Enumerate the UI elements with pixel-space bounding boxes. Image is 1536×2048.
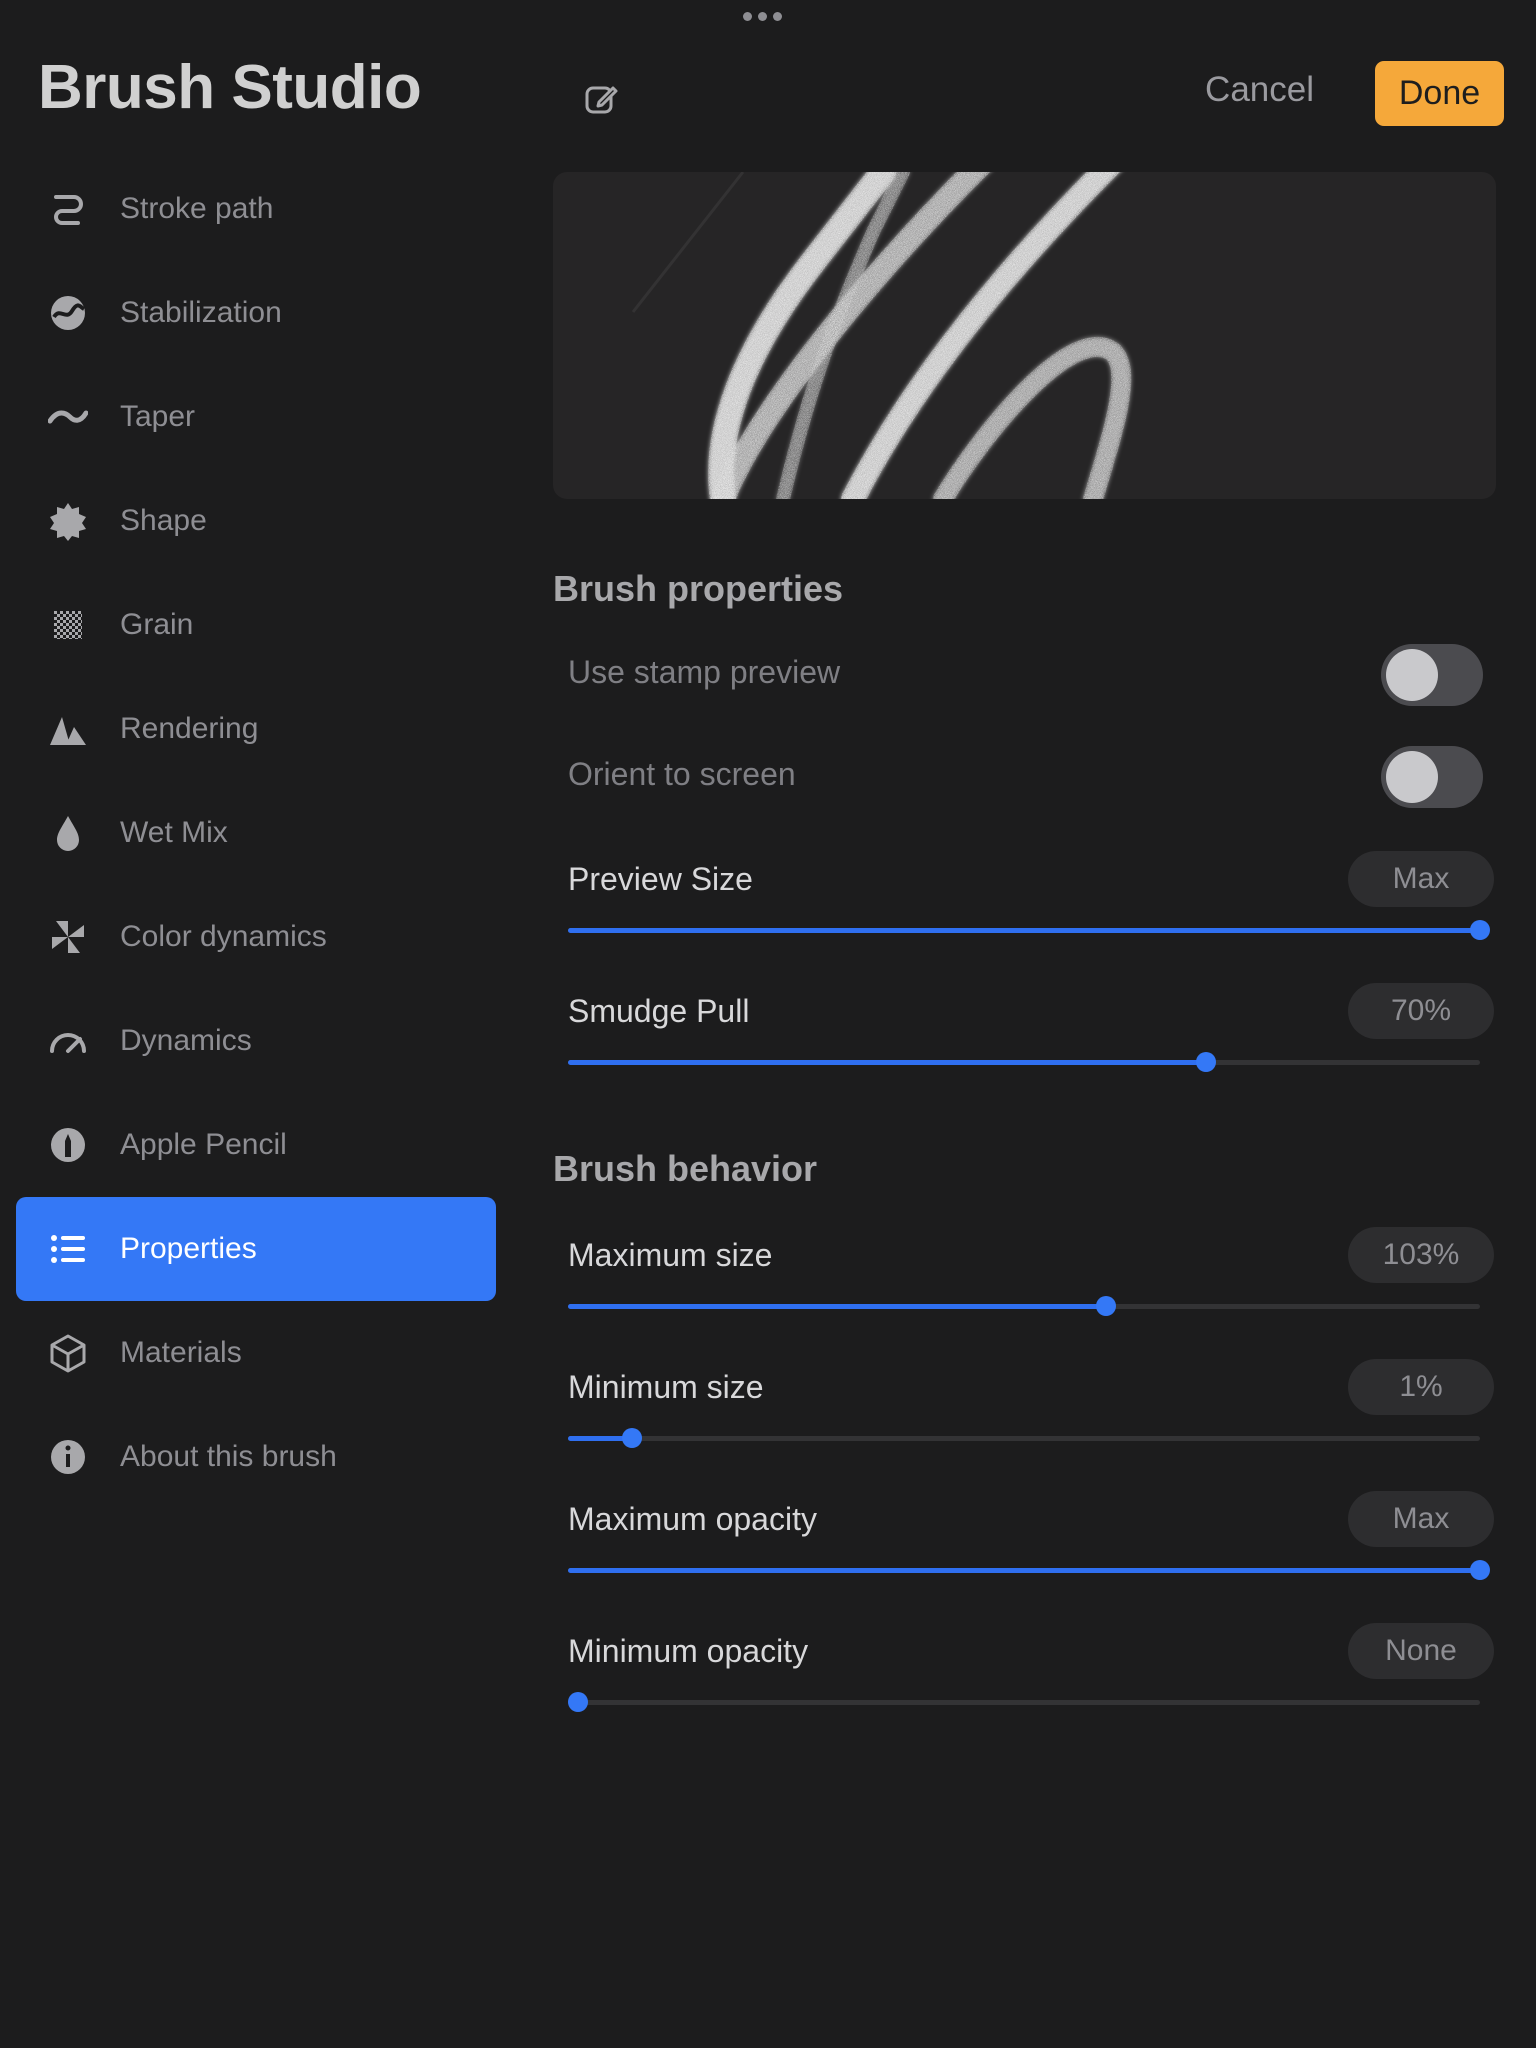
sidebar-item-rendering[interactable]: Rendering <box>16 677 496 781</box>
cancel-button[interactable]: Cancel <box>1205 70 1314 110</box>
page-title: Brush Studio <box>38 53 422 122</box>
brush-preview[interactable] <box>553 172 1496 499</box>
sidebar-item-shape[interactable]: Shape <box>16 469 496 573</box>
slider-thumb[interactable] <box>1470 920 1490 940</box>
setting-label: Orient to screen <box>568 756 796 792</box>
sidebar-item-apple-pencil[interactable]: Apple Pencil <box>16 1093 496 1197</box>
info-icon <box>51 1440 85 1474</box>
setting-label: Minimum size <box>568 1369 764 1405</box>
minimum-size-slider[interactable] <box>568 1428 1480 1448</box>
edit-icon[interactable] <box>583 80 621 118</box>
setting-label: Use stamp preview <box>568 654 841 690</box>
setting-preview-size: Preview Size Max <box>568 851 1494 943</box>
sidebar-item-materials[interactable]: Materials <box>16 1301 496 1405</box>
value-badge[interactable]: None <box>1348 1623 1494 1679</box>
materials-icon <box>50 1334 86 1373</box>
sidebar-item-label: Stabilization <box>120 296 282 329</box>
minimum-opacity-slider[interactable] <box>568 1692 1480 1712</box>
stabilization-icon <box>51 296 86 330</box>
setting-smudge-pull: Smudge Pull 70% <box>568 983 1494 1075</box>
value-badge[interactable]: 1% <box>1348 1359 1494 1415</box>
dynamics-icon <box>50 1033 86 1053</box>
sidebar-item-label: Properties <box>120 1232 257 1265</box>
slider-thumb[interactable] <box>621 1428 642 1448</box>
sidebar-item-dynamics[interactable]: Dynamics <box>16 989 496 1093</box>
sidebar-item-label: Taper <box>120 400 196 433</box>
slider-thumb[interactable] <box>1196 1052 1217 1072</box>
setting-use-stamp-preview: Use stamp preview <box>568 644 1483 706</box>
grain-icon <box>54 611 82 639</box>
sidebar-item-label: Grain <box>120 608 194 641</box>
value-badge[interactable]: 70% <box>1348 983 1494 1039</box>
maximum-opacity-slider[interactable] <box>568 1560 1490 1580</box>
slider-thumb[interactable] <box>1096 1296 1117 1316</box>
sidebar-item-properties[interactable]: Properties <box>16 1197 496 1301</box>
wet-mix-icon <box>57 816 79 851</box>
shape-icon <box>50 503 86 541</box>
setting-maximum-opacity: Maximum opacity Max <box>568 1491 1494 1583</box>
orient-to-screen-toggle[interactable] <box>1381 746 1483 808</box>
taper-icon <box>48 410 88 424</box>
stroke-path-icon <box>54 195 83 225</box>
sidebar-item-label: Apple Pencil <box>120 1128 287 1161</box>
section-title-brush-behavior: Brush behavior <box>553 1148 818 1189</box>
slider-thumb[interactable] <box>1470 1560 1490 1580</box>
sidebar-item-taper[interactable]: Taper <box>16 365 496 469</box>
preview-size-slider[interactable] <box>568 920 1490 940</box>
done-button[interactable]: Done <box>1375 61 1504 126</box>
sidebar-item-about-this-brush[interactable]: About this brush <box>16 1405 496 1509</box>
sidebar-item-wet-mix[interactable]: Wet Mix <box>16 781 496 885</box>
sidebar-item-label: Wet Mix <box>120 816 228 849</box>
section-title-brush-properties: Brush properties <box>553 568 844 609</box>
window-grabber[interactable] <box>743 12 782 21</box>
setting-label: Maximum size <box>568 1237 773 1273</box>
sidebar-item-stroke-path[interactable]: Stroke path <box>16 157 496 261</box>
setting-maximum-size: Maximum size 103% <box>568 1227 1494 1319</box>
properties-icon <box>51 1235 85 1263</box>
smudge-pull-slider[interactable] <box>568 1052 1480 1072</box>
sidebar-item-label: Stroke path <box>120 192 274 225</box>
sidebar-item-color-dynamics[interactable]: Color dynamics <box>16 885 496 989</box>
color-dynamics-icon <box>52 921 84 953</box>
setting-label: Maximum opacity <box>568 1501 817 1537</box>
slider-thumb[interactable] <box>568 1692 588 1712</box>
sidebar-item-label: About this brush <box>120 1440 337 1473</box>
setting-label: Preview Size <box>568 861 753 897</box>
sidebar-item-grain[interactable]: Grain <box>16 573 496 677</box>
value-badge[interactable]: Max <box>1348 1491 1494 1547</box>
sidebar-item-label: Rendering <box>120 712 259 745</box>
setting-minimum-size: Minimum size 1% <box>568 1359 1494 1451</box>
setting-orient-to-screen: Orient to screen <box>568 746 1483 808</box>
apple-pencil-icon <box>51 1128 85 1162</box>
sidebar-item-label: Dynamics <box>120 1024 252 1057</box>
value-badge[interactable]: 103% <box>1348 1227 1494 1283</box>
maximum-size-slider[interactable] <box>568 1296 1480 1316</box>
sidebar-item-label: Materials <box>120 1336 242 1369</box>
setting-minimum-opacity: Minimum opacity None <box>568 1623 1494 1715</box>
setting-label: Smudge Pull <box>568 993 750 1029</box>
sidebar-item-stabilization[interactable]: Stabilization <box>16 261 496 365</box>
setting-label: Minimum opacity <box>568 1633 809 1669</box>
use-stamp-preview-toggle[interactable] <box>1381 644 1483 706</box>
sidebar-item-label: Color dynamics <box>120 920 327 953</box>
value-badge[interactable]: Max <box>1348 851 1494 907</box>
sidebar-item-label: Shape <box>120 504 207 537</box>
rendering-icon <box>50 717 86 745</box>
sidebar: Stroke path Stabilization Taper Shape Gr… <box>16 157 496 1509</box>
